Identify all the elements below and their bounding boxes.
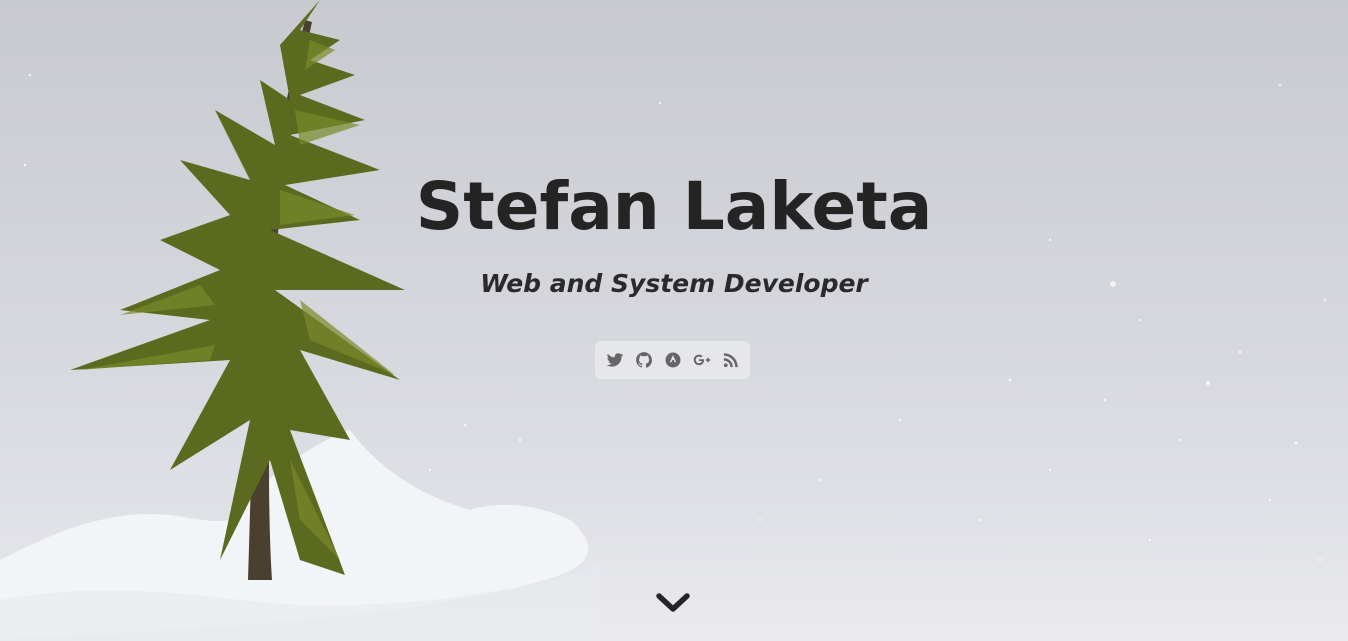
rss-link[interactable] xyxy=(721,350,741,370)
snow-tree-background-image xyxy=(0,0,1327,641)
twitter-icon xyxy=(606,353,623,367)
hero-section: Stefan Laketa Web and System Developer xyxy=(0,0,1348,641)
page-title: Stefan Laketa xyxy=(415,168,933,245)
chevron-down-icon xyxy=(656,593,690,612)
github-icon xyxy=(635,352,652,368)
twitter-link[interactable] xyxy=(605,350,625,370)
scroll-down-button[interactable] xyxy=(654,588,692,618)
github-link[interactable] xyxy=(634,350,654,370)
google-plus-link[interactable] xyxy=(692,350,712,370)
social-links-bar xyxy=(595,341,750,379)
page-subtitle: Web and System Developer xyxy=(480,269,868,298)
rss-icon xyxy=(723,353,738,368)
archlinux-icon xyxy=(665,352,680,368)
google-plus-icon xyxy=(693,354,710,366)
archlinux-link[interactable] xyxy=(663,350,683,370)
